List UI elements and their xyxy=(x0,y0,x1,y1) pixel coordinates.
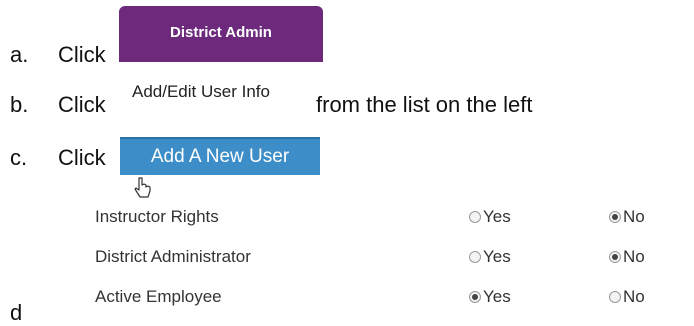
radio-button[interactable] xyxy=(609,251,621,263)
step-a-text: Click xyxy=(58,42,106,67)
district-admin-button-label: District Admin xyxy=(170,24,272,41)
option-label: Yes xyxy=(483,207,511,226)
option-label: Yes xyxy=(483,247,511,266)
user-rights-table: Instructor Rights Yes No District Admini… xyxy=(95,198,694,318)
district-administrator-no-option[interactable]: No xyxy=(609,247,645,267)
active-employee-no-option[interactable]: No xyxy=(609,287,645,307)
option-label: No xyxy=(623,247,645,266)
district-administrator-yes-option[interactable]: Yes xyxy=(469,247,511,267)
rights-row-active-employee: Active Employee Yes No xyxy=(95,278,694,318)
radio-button[interactable] xyxy=(469,291,481,303)
rights-row-instructor: Instructor Rights Yes No xyxy=(95,198,694,238)
rights-label: Active Employee xyxy=(95,287,222,306)
rights-label: District Administrator xyxy=(95,247,251,266)
add-new-user-button-label: Add A New User xyxy=(150,146,290,167)
rights-row-district-administrator: District Administrator Yes No xyxy=(95,238,694,278)
option-label: Yes xyxy=(483,287,511,306)
active-employee-yes-option[interactable]: Yes xyxy=(469,287,511,307)
option-label: No xyxy=(623,207,645,226)
district-admin-button[interactable]: District Admin xyxy=(119,6,323,62)
instructor-rights-no-option[interactable]: No xyxy=(609,207,645,227)
add-edit-user-info-link[interactable]: Add/Edit User Info xyxy=(132,82,270,102)
radio-button[interactable] xyxy=(609,211,621,223)
rights-label: Instructor Rights xyxy=(95,207,219,226)
step-b-suffix: from the list on the left xyxy=(316,92,533,117)
step-a-letter: a. xyxy=(10,42,29,67)
step-c-letter: c. xyxy=(10,145,28,170)
step-b-text: Click xyxy=(58,92,106,117)
step-c-text: Click xyxy=(58,145,106,170)
step-d-letter: d xyxy=(10,300,23,325)
radio-button[interactable] xyxy=(609,291,621,303)
radio-button[interactable] xyxy=(469,251,481,263)
radio-button[interactable] xyxy=(469,211,481,223)
option-label: No xyxy=(623,287,645,306)
step-b-letter: b. xyxy=(10,92,29,117)
add-new-user-button[interactable]: Add A New User xyxy=(120,137,320,175)
instructor-rights-yes-option[interactable]: Yes xyxy=(469,207,511,227)
